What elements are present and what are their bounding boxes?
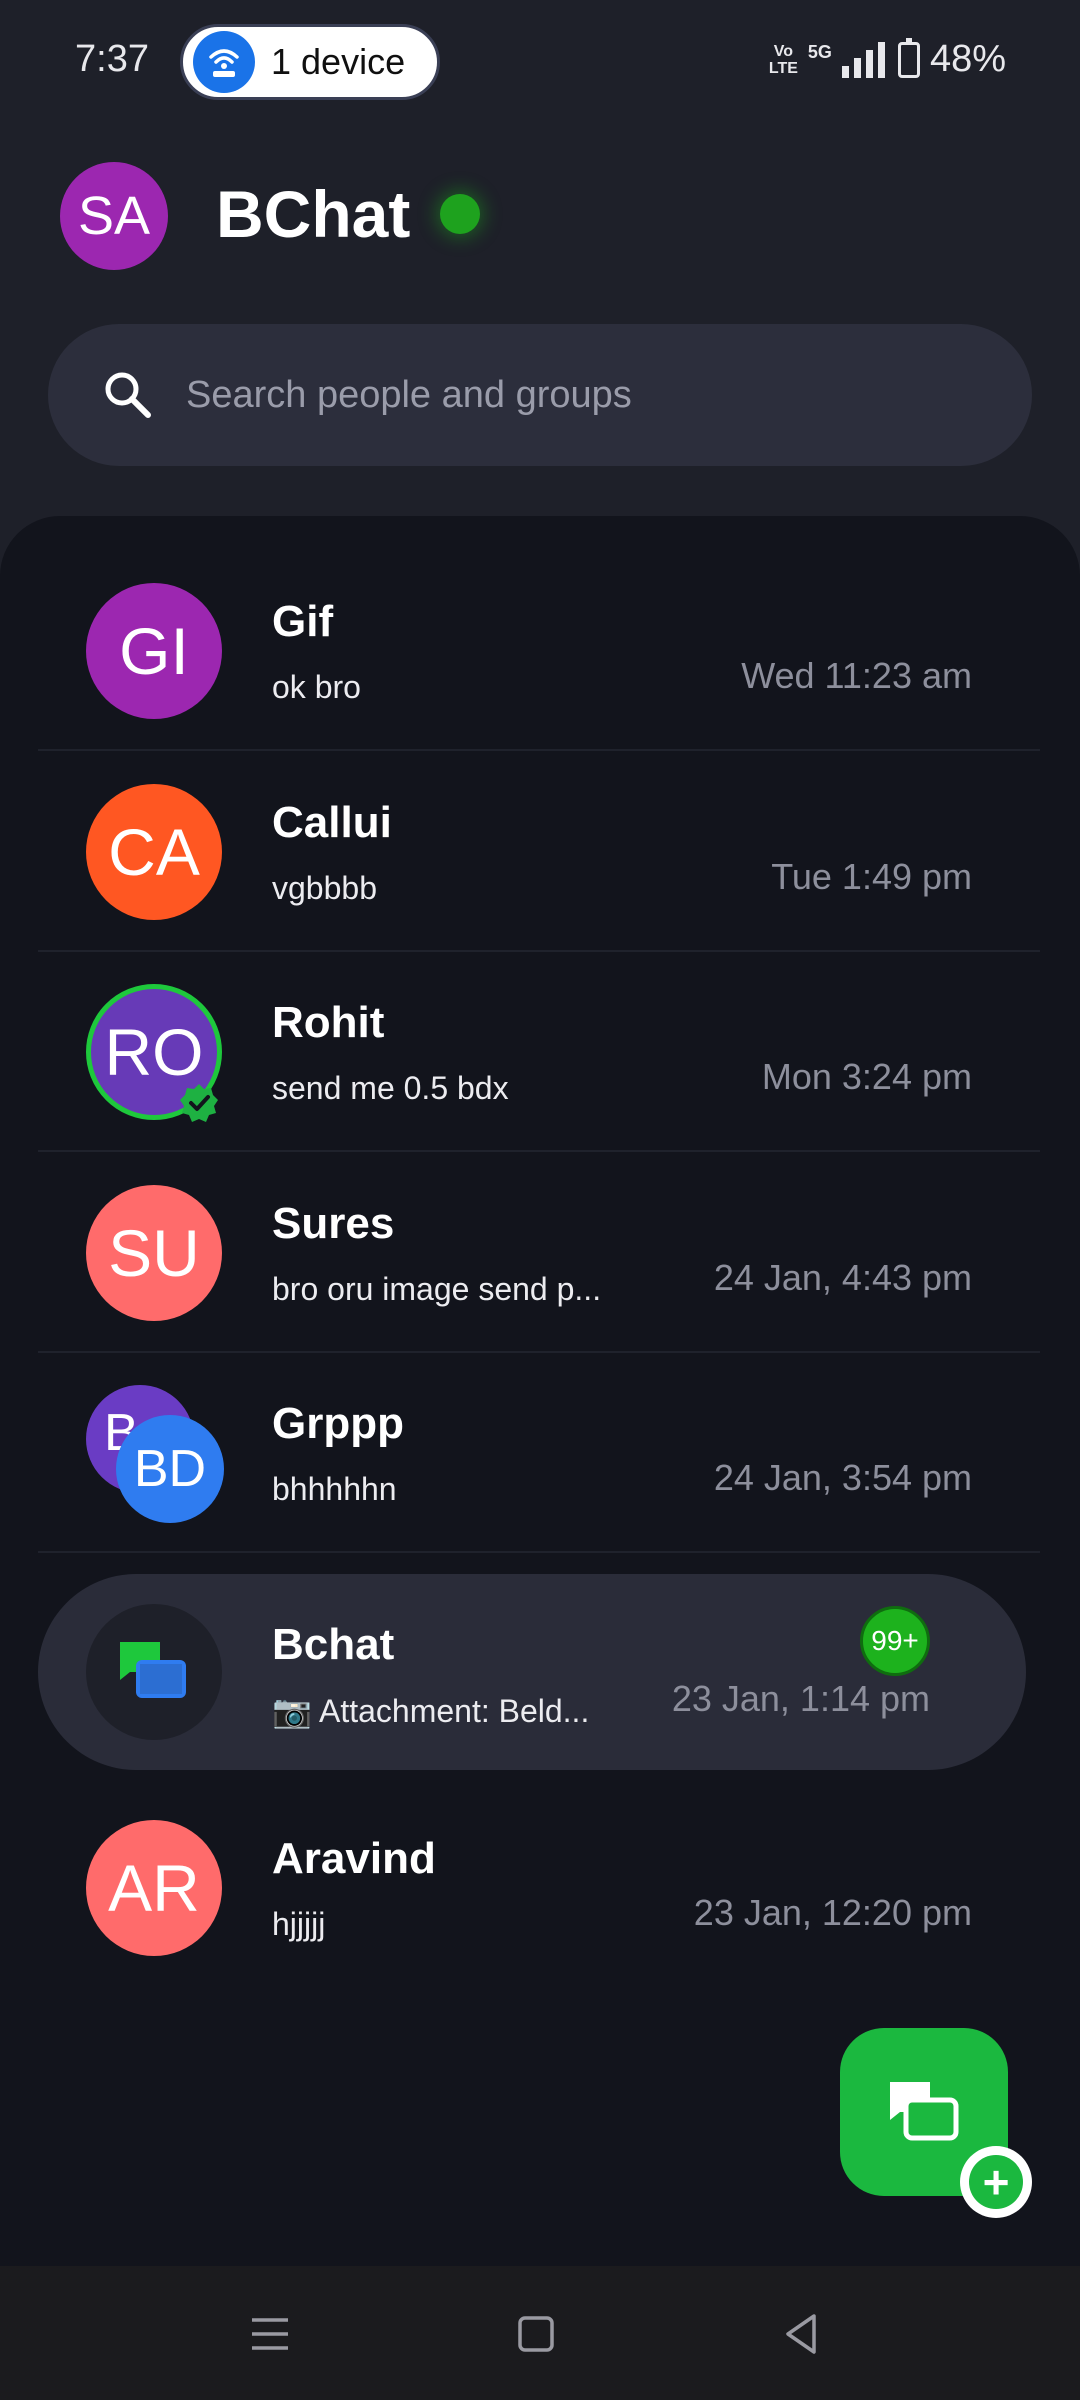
app-header: SA BChat — [0, 150, 1080, 280]
chat-row-sures[interactable]: SU Sures bro oru image send p... 24 Jan,… — [38, 1153, 1040, 1353]
chat-list: GI Gif ok bro Wed 11:23 am CA Callui vgb… — [0, 516, 1080, 2266]
chat-time: Wed 11:23 am — [741, 655, 972, 696]
volte-icon: Vo LTE — [768, 42, 798, 77]
search-icon — [105, 372, 151, 418]
hotspot-label: 1 device — [271, 41, 406, 82]
search-input[interactable]: Search people and groups — [186, 374, 632, 417]
new-chat-icon — [890, 2082, 959, 2141]
system-nav-bar — [0, 2266, 1080, 2400]
chat-last-message: 📷 Attachment: Beld... — [272, 1693, 590, 1729]
chat-row-grppp[interactable]: B BD Grppp bhhhhhn 24 Jan, 3:54 pm — [38, 1353, 1040, 1553]
chat-row-callui[interactable]: CA Callui vgbbbb Tue 1:49 pm — [38, 752, 1040, 952]
status-time: 7:37 — [75, 38, 149, 80]
app-title: BChat — [216, 177, 411, 251]
avatar: CA — [86, 784, 222, 920]
chat-name: Grppp — [272, 1399, 404, 1448]
chat-time: Mon 3:24 pm — [761, 1056, 972, 1097]
chat-row-rohit[interactable]: RO Rohit send me 0.5 bdx Mon 3:24 pm — [38, 952, 1040, 1152]
status-bar: 7:37 1 device Vo LTE 5G 48% — [0, 0, 1080, 120]
chat-time: 24 Jan, 4:43 pm — [713, 1257, 972, 1298]
chat-last-message: send me 0.5 bdx — [272, 1070, 509, 1106]
back-icon[interactable] — [774, 2306, 830, 2362]
chat-time: 24 Jan, 3:54 pm — [713, 1457, 972, 1498]
chat-time: 23 Jan, 1:14 pm — [671, 1678, 930, 1719]
group-avatar-front: BD — [116, 1415, 224, 1523]
chat-last-message: ok bro — [272, 669, 361, 705]
search-bar[interactable]: Search people and groups — [48, 324, 1032, 466]
chat-last-message: bro oru image send p... — [272, 1271, 602, 1307]
chat-name: Callui — [272, 798, 392, 847]
chat-row-aravind[interactable]: AR Aravind hjjjjj 23 Jan, 12:20 pm — [38, 1788, 1040, 1988]
chat-name: Aravind — [272, 1834, 436, 1883]
avatar: AR — [86, 1820, 222, 1956]
chat-name: Gif — [272, 597, 334, 646]
chat-row-bchat[interactable]: Bchat 📷 Attachment: Beld... 23 Jan, 1:14… — [38, 1574, 1026, 1770]
online-status-dot — [440, 194, 480, 234]
chat-name: Rohit — [272, 998, 385, 1047]
bchat-logo-icon — [86, 1604, 222, 1740]
chat-name: Bchat — [272, 1620, 395, 1669]
chat-last-message: vgbbbb — [272, 870, 377, 906]
verified-badge-icon — [180, 1084, 218, 1122]
battery-percent: 48% — [929, 38, 1006, 80]
chat-last-message: bhhhhhn — [272, 1471, 397, 1507]
chat-time: Tue 1:49 pm — [771, 856, 972, 897]
screen: 7:37 1 device Vo LTE 5G 48% SA BChat Sea… — [0, 0, 1080, 2400]
home-icon[interactable] — [508, 2306, 564, 2362]
battery-icon — [897, 37, 920, 78]
chat-time: 23 Jan, 12:20 pm — [693, 1892, 972, 1933]
signal-icon — [841, 41, 885, 78]
plus-icon: + — [960, 2146, 1032, 2218]
avatar: SU — [86, 1185, 222, 1321]
hotspot-indicator[interactable]: 1 device — [180, 24, 440, 100]
avatar: GI — [86, 583, 222, 719]
menu-icon[interactable] — [242, 2306, 298, 2362]
network-type: 5G — [807, 42, 832, 62]
chat-row-gif[interactable]: GI Gif ok bro Wed 11:23 am — [38, 551, 1040, 751]
status-icons: Vo LTE 5G 48% — [768, 37, 1006, 81]
unread-count-badge: 99+ — [860, 1606, 930, 1676]
hotspot-icon — [193, 31, 255, 93]
chat-name: Sures — [272, 1199, 395, 1248]
profile-avatar[interactable]: SA — [60, 162, 168, 270]
chat-last-message: hjjjjj — [272, 1906, 326, 1942]
